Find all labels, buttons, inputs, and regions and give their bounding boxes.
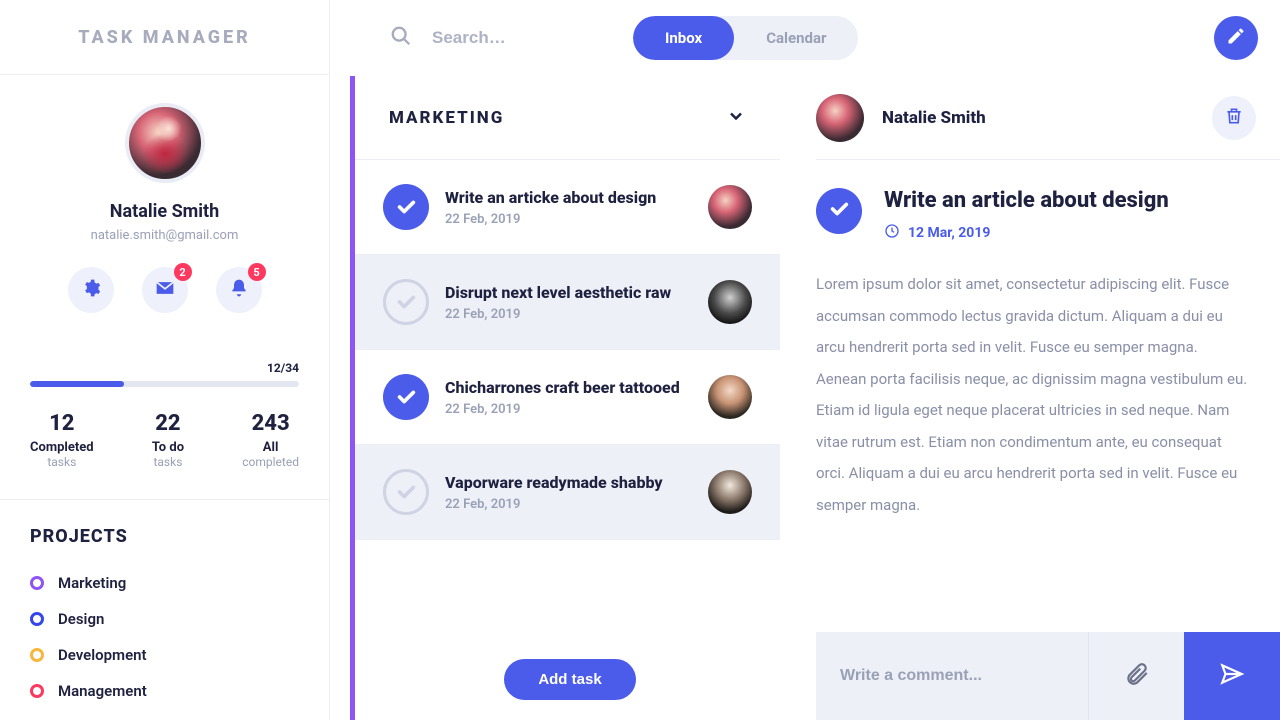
task-body: Disrupt next level aesthetic raw 22 Feb, … <box>445 283 692 322</box>
comment-input[interactable] <box>816 632 1088 720</box>
stat-completed-num: 12 <box>30 411 94 436</box>
messages-button[interactable]: 2 <box>142 267 188 313</box>
project-label: Development <box>58 646 147 664</box>
detail-status-check[interactable] <box>816 188 862 234</box>
stat-all-l1: All <box>242 440 299 455</box>
profile-name: Natalie Smith <box>30 201 299 222</box>
project-item-management[interactable]: Management <box>30 673 299 709</box>
task-check[interactable] <box>383 374 429 420</box>
notifications-badge: 5 <box>248 263 266 281</box>
add-task-button[interactable]: Add task <box>504 659 635 700</box>
trash-icon <box>1224 106 1244 130</box>
gear-icon <box>81 278 101 302</box>
task-title: Write an articke about design <box>445 188 692 208</box>
pencil-icon <box>1226 26 1246 50</box>
task-list[interactable]: Write an articke about design 22 Feb, 201… <box>355 160 780 720</box>
task-row[interactable]: Chicharrones craft beer tattooed 22 Feb, … <box>355 350 780 445</box>
clock-icon <box>884 223 900 243</box>
tab-calendar[interactable]: Calendar <box>734 16 858 60</box>
task-check[interactable] <box>383 279 429 325</box>
stat-completed: 12 Completed tasks <box>30 411 94 469</box>
paperclip-icon <box>1124 661 1150 691</box>
delete-task-button[interactable] <box>1212 96 1256 140</box>
task-title: Chicharrones craft beer tattooed <box>445 378 692 398</box>
projects-section: PROJECTS Marketing Design Development Manag… <box>0 500 329 720</box>
stat-todo-num: 22 <box>152 411 184 436</box>
stat-all-l2: completed <box>242 455 299 469</box>
topbar: Inbox Calendar <box>350 0 1280 76</box>
task-category-title: MARKETING <box>389 108 504 128</box>
send-icon <box>1219 661 1245 691</box>
project-item-development[interactable]: Development <box>30 637 299 673</box>
stat-completed-l1: Completed <box>30 440 94 455</box>
detail-date: 12 Mar, 2019 <box>884 223 1169 243</box>
mail-icon <box>155 278 175 302</box>
stat-todo-l2: tasks <box>152 455 184 469</box>
stat-all: 243 All completed <box>242 411 299 469</box>
task-check[interactable] <box>383 469 429 515</box>
project-label: Design <box>58 610 104 628</box>
task-row[interactable]: Write an articke about design 22 Feb, 201… <box>355 160 780 255</box>
task-assignee-avatar[interactable] <box>708 185 752 229</box>
chevron-down-icon <box>726 111 746 130</box>
project-item-design[interactable]: Design <box>30 601 299 637</box>
progress-label: 12/34 <box>30 361 299 375</box>
detail-author-name: Natalie Smith <box>882 108 986 128</box>
task-date: 22 Feb, 2019 <box>445 212 692 227</box>
task-detail-panel: Natalie Smith Write an article about des <box>816 76 1280 720</box>
task-title: Vaporware readymade shabby <box>445 473 692 493</box>
task-date: 22 Feb, 2019 <box>445 307 692 322</box>
compose-button[interactable] <box>1214 16 1258 60</box>
tab-inbox[interactable]: Inbox <box>633 16 734 60</box>
task-assignee-avatar[interactable] <box>708 470 752 514</box>
send-button[interactable] <box>1184 632 1280 720</box>
detail-author-avatar[interactable] <box>816 94 864 142</box>
detail-body: Lorem ipsum dolor sit amet, consectetur … <box>816 269 1256 521</box>
task-date: 22 Feb, 2019 <box>445 497 692 512</box>
search-input[interactable] <box>432 28 653 48</box>
task-body: Chicharrones craft beer tattooed 22 Feb, … <box>445 378 692 417</box>
stat-todo: 22 To do tasks <box>152 411 184 469</box>
attach-button[interactable] <box>1088 632 1184 720</box>
task-date: 22 Feb, 2019 <box>445 402 692 417</box>
task-body: Vaporware readymade shabby 22 Feb, 2019 <box>445 473 692 512</box>
project-label: Management <box>58 682 147 700</box>
project-color-dot <box>30 684 44 698</box>
profile-avatar[interactable] <box>125 103 205 183</box>
comment-bar <box>816 632 1280 720</box>
app-title: TASK MANAGER <box>0 0 329 75</box>
messages-badge: 2 <box>174 263 192 281</box>
projects-title: PROJECTS <box>30 526 299 547</box>
task-body: Write an articke about design 22 Feb, 201… <box>445 188 692 227</box>
profile-card: Natalie Smith natalie.smith@gmail.com 2 <box>0 75 329 333</box>
detail-date-text: 12 Mar, 2019 <box>908 225 990 241</box>
project-color-dot <box>30 612 44 626</box>
detail-title: Write an article about design <box>884 188 1169 213</box>
bell-icon <box>229 278 249 302</box>
task-title: Disrupt next level aesthetic raw <box>445 283 692 303</box>
settings-button[interactable] <box>68 267 114 313</box>
project-color-dot <box>30 648 44 662</box>
task-check[interactable] <box>383 184 429 230</box>
view-toggle: Inbox Calendar <box>633 16 858 60</box>
task-row[interactable]: Vaporware readymade shabby 22 Feb, 2019 <box>355 445 780 540</box>
profile-email: natalie.smith@gmail.com <box>30 228 299 243</box>
task-row[interactable]: Disrupt next level aesthetic raw 22 Feb, … <box>355 255 780 350</box>
stat-completed-l2: tasks <box>30 455 94 469</box>
task-list-panel: MARKETING Write an articke about design 2… <box>350 76 780 720</box>
search-icon <box>390 25 412 51</box>
check-icon <box>828 198 850 224</box>
stat-all-num: 243 <box>242 411 299 436</box>
task-assignee-avatar[interactable] <box>708 280 752 324</box>
stat-todo-l1: To do <box>152 440 184 455</box>
sidebar: TASK MANAGER Natalie Smith natalie.smith… <box>0 0 330 720</box>
notifications-button[interactable]: 5 <box>216 267 262 313</box>
task-assignee-avatar[interactable] <box>708 375 752 419</box>
category-toggle[interactable] <box>726 106 746 130</box>
project-color-dot <box>30 576 44 590</box>
project-item-marketing[interactable]: Marketing <box>30 565 299 601</box>
project-label: Marketing <box>58 574 126 592</box>
